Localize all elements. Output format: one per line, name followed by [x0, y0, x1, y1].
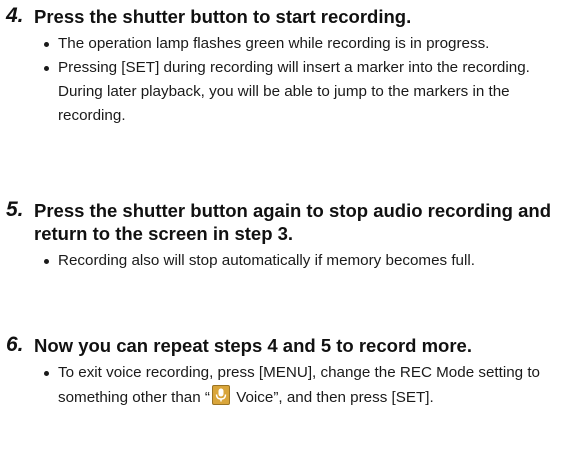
bullet-icon	[44, 371, 49, 376]
list-item: To exit voice recording, press [MENU], c…	[0, 361, 541, 410]
manual-page: 4. Press the shutter button to start rec…	[0, 0, 565, 476]
step-6-bullets: To exit voice recording, press [MENU], c…	[0, 361, 565, 410]
step-4: 4. Press the shutter button to start rec…	[0, 4, 565, 128]
step-5: 5. Press the shutter button again to sto…	[0, 198, 565, 273]
list-item: Recording also will stop automatically i…	[0, 249, 541, 273]
bullet-text: Pressing [SET] during recording will ins…	[58, 59, 530, 124]
bullet-icon	[44, 42, 49, 47]
step-title: Now you can repeat steps 4 and 5 to reco…	[34, 335, 472, 356]
step-4-heading: 4. Press the shutter button to start rec…	[0, 4, 565, 28]
list-item: The operation lamp flashes green while r…	[0, 32, 541, 56]
step-title: Press the shutter button again to stop a…	[34, 200, 552, 244]
list-item: Pressing [SET] during recording will ins…	[0, 56, 541, 128]
step-title: Press the shutter button to start record…	[34, 6, 412, 27]
step-6: 6. Now you can repeat steps 4 and 5 to r…	[0, 333, 565, 410]
step-5-heading: 5. Press the shutter button again to sto…	[0, 198, 565, 245]
step-number: 6.	[6, 333, 24, 356]
bullet-icon	[44, 66, 49, 71]
microphone-icon	[211, 385, 230, 405]
step-number: 5.	[6, 198, 24, 221]
step-5-bullets: Recording also will stop automatically i…	[0, 249, 565, 273]
bullet-text: The operation lamp flashes green while r…	[58, 35, 490, 52]
step-6-heading: 6. Now you can repeat steps 4 and 5 to r…	[0, 333, 565, 357]
bullet-text-after: Voice”, and then press [SET].	[231, 389, 434, 406]
bullet-text: Recording also will stop automatically i…	[58, 252, 475, 269]
bullet-icon	[44, 259, 49, 264]
step-4-bullets: The operation lamp flashes green while r…	[0, 32, 565, 128]
step-number: 4.	[6, 4, 24, 27]
